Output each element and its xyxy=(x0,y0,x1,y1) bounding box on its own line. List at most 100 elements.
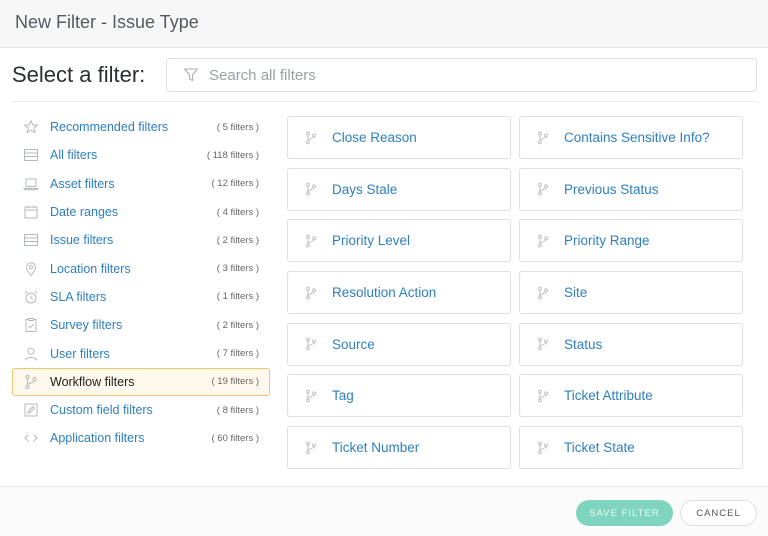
filter-count: ( 2 filters ) xyxy=(216,319,259,331)
workflow-branch-icon xyxy=(306,182,316,196)
search-box[interactable] xyxy=(166,58,757,92)
sidebar-item-label: Location filters xyxy=(50,261,131,276)
workflow-branch-icon xyxy=(538,182,548,196)
sidebar-item-label: SLA filters xyxy=(50,289,107,304)
workflow-branch-icon xyxy=(306,286,316,299)
workflow-branch-icon xyxy=(306,338,316,351)
sidebar-item-label: Date ranges xyxy=(50,205,119,220)
filter-count: ( 118 filters ) xyxy=(206,149,259,161)
filter-card-label: Status xyxy=(564,336,603,352)
sidebar-item-custom-field-filters[interactable]: Custom field filters ( 8 filters ) xyxy=(12,396,270,424)
filter-card-label: Site xyxy=(564,285,588,301)
search-input[interactable] xyxy=(209,60,739,90)
filter-card-label: Previous Status xyxy=(564,181,659,197)
filter-card-status[interactable]: Status xyxy=(519,322,743,366)
filter-card-label: Close Reason xyxy=(332,130,417,145)
filter-card-ticket-state[interactable]: Ticket State xyxy=(519,426,743,470)
filter-card-previous-status[interactable]: Previous Status xyxy=(519,167,743,211)
sidebar-item-application-filters[interactable]: Application filters ( 60 filters ) xyxy=(12,424,270,452)
filter-card-resolution-action[interactable]: Resolution Action xyxy=(287,271,511,315)
workflow-branch-icon xyxy=(538,131,548,144)
filter-count: ( 19 filters ) xyxy=(211,376,259,388)
filter-count: ( 8 filters ) xyxy=(216,404,259,416)
filter-count: ( 3 filters ) xyxy=(216,263,259,275)
filter-count: ( 1 filters ) xyxy=(216,291,259,303)
calendar-icon xyxy=(24,205,38,219)
sidebar-item-asset-filters[interactable]: Asset filters ( 12 filters ) xyxy=(12,170,270,198)
workflow-branch-icon xyxy=(306,389,316,403)
filter-count: ( 12 filters ) xyxy=(211,178,259,190)
filter-card-label: Ticket Attribute xyxy=(564,388,653,404)
sidebar-item-label: Issue filters xyxy=(50,233,114,248)
list-icon xyxy=(24,149,38,162)
sidebar-item-date-ranges[interactable]: Date ranges ( 4 filters ) xyxy=(12,198,270,226)
sidebar-item-label: Custom field filters xyxy=(50,403,153,418)
sidebar-item-issue-filters[interactable]: Issue filters ( 2 filters ) xyxy=(12,226,270,254)
sidebar-item-workflow-filters[interactable]: Workflow filters ( 19 filters ) xyxy=(12,367,270,396)
filter-card-ticket-number[interactable]: Ticket Number xyxy=(287,426,511,470)
select-filter-heading: Select a filter: xyxy=(12,62,146,87)
filter-grid: Close Reason Contains Sensitive Info? Days… xyxy=(287,116,743,470)
save-filter-button[interactable]: SAVE FILTER xyxy=(576,500,673,526)
sidebar-item-user-filters[interactable]: User filters ( 7 filters ) xyxy=(12,339,270,367)
filter-count: ( 7 filters ) xyxy=(216,348,259,360)
filter-count: ( 4 filters ) xyxy=(216,206,259,218)
filter-funnel-icon xyxy=(183,68,199,82)
workflow-branch-icon xyxy=(306,441,316,454)
filter-card-site[interactable]: Site xyxy=(519,271,743,315)
sidebar-item-label: Asset filters xyxy=(50,176,115,191)
filter-count: ( 2 filters ) xyxy=(216,234,259,246)
filter-count: ( 60 filters ) xyxy=(211,432,259,444)
dialog-title: New Filter - Issue Type xyxy=(15,12,199,32)
sidebar-item-label: Survey filters xyxy=(50,318,123,333)
filter-card-label: Contains Sensitive Info? xyxy=(564,130,710,145)
sidebar-item-sla-filters[interactable]: SLA filters ( 1 filters ) xyxy=(12,283,270,311)
star-icon xyxy=(23,119,39,134)
filter-card-label: Priority Range xyxy=(564,233,650,249)
filter-card-label: Ticket Number xyxy=(332,440,420,456)
filter-card-label: Source xyxy=(332,336,375,352)
workflow-branch-icon xyxy=(538,389,548,403)
workflow-branch-icon xyxy=(306,234,316,248)
sidebar-item-survey-filters[interactable]: Survey filters ( 2 filters ) xyxy=(12,311,270,339)
clipboard-check-icon xyxy=(25,318,37,333)
filter-card-label: Tag xyxy=(332,388,354,404)
code-icon xyxy=(24,434,38,443)
workflow-branch-icon xyxy=(25,374,37,389)
filter-card-priority-level[interactable]: Priority Level xyxy=(287,219,511,263)
filter-card-ticket-attribute[interactable]: Ticket Attribute xyxy=(519,374,743,418)
filter-card-days-stale[interactable]: Days Stale xyxy=(287,167,511,211)
laptop-icon xyxy=(23,178,39,191)
workflow-branch-icon xyxy=(538,441,548,454)
workflow-branch-icon xyxy=(538,338,548,351)
filter-card-tag[interactable]: Tag xyxy=(287,374,511,418)
dialog-footer: SAVE FILTER CANCEL xyxy=(0,486,768,536)
sidebar-item-recommended-filters[interactable]: Recommended filters ( 5 filters ) xyxy=(12,113,270,141)
filter-card-contains-sensitive-info[interactable]: Contains Sensitive Info? xyxy=(519,116,743,159)
filter-card-close-reason[interactable]: Close Reason xyxy=(287,116,511,159)
filter-card-source[interactable]: Source xyxy=(287,322,511,366)
sidebar-item-label: All filters xyxy=(50,148,98,163)
sidebar-item-label: Workflow filters xyxy=(50,374,135,389)
filter-card-label: Resolution Action xyxy=(332,285,437,301)
map-pin-icon xyxy=(25,261,37,276)
filter-category-list: Recommended filters ( 5 filters ) All filt… xyxy=(12,113,270,453)
filter-card-label: Priority Level xyxy=(332,233,411,249)
filter-card-label: Days Stale xyxy=(332,181,398,197)
filter-count: ( 5 filters ) xyxy=(216,121,259,133)
dialog-titlebar: New Filter - Issue Type xyxy=(0,0,768,48)
filter-card-priority-range[interactable]: Priority Range xyxy=(519,219,743,263)
sidebar-item-label: Application filters xyxy=(50,431,145,446)
cancel-button[interactable]: CANCEL xyxy=(680,500,757,526)
divider xyxy=(12,101,757,102)
workflow-branch-icon xyxy=(538,286,548,299)
sidebar-item-all-filters[interactable]: All filters ( 118 filters ) xyxy=(12,141,270,169)
edit-field-icon xyxy=(24,403,38,417)
sidebar-item-label: User filters xyxy=(50,346,110,361)
workflow-branch-icon xyxy=(306,131,316,144)
filter-card-label: Ticket State xyxy=(564,440,635,456)
workflow-branch-icon xyxy=(538,234,548,248)
list-icon xyxy=(24,234,38,247)
sidebar-item-location-filters[interactable]: Location filters ( 3 filters ) xyxy=(12,254,270,282)
sidebar-item-label: Recommended filters xyxy=(50,120,169,135)
